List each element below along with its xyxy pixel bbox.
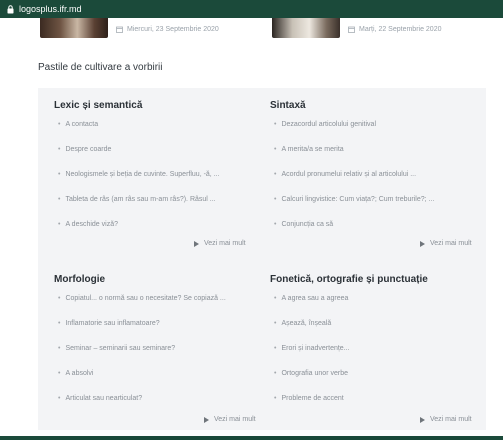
see-more-label: Vezi mai mult bbox=[214, 416, 256, 423]
item-link[interactable]: Așează, înșeală bbox=[281, 320, 331, 327]
item-link[interactable]: A agrea sau a agreea bbox=[281, 295, 348, 302]
category-title: Sintaxă bbox=[270, 100, 306, 111]
address-bar[interactable]: logosplus.ifr.md bbox=[0, 0, 503, 18]
article-date-text: Miercuri, 23 Septembrie 2020 bbox=[127, 26, 219, 33]
bullet-icon: • bbox=[274, 345, 277, 352]
category-title: Lexic și semantică bbox=[54, 100, 143, 111]
category-fonetica: Fonetică, ortografie și punctuație • A ag… bbox=[270, 274, 480, 420]
list-item[interactable]: • A absolvi bbox=[54, 370, 264, 395]
bullet-icon: • bbox=[274, 121, 277, 128]
item-link[interactable]: Tableta de râs (am râs sau m-am râs?). R… bbox=[65, 196, 215, 203]
category-morfologie: Morfologie • Copiatul... o normă sau o ne… bbox=[54, 274, 264, 420]
article-thumbnail[interactable] bbox=[272, 18, 340, 38]
calendar-icon bbox=[348, 26, 355, 33]
list-item[interactable]: • Ortografia unor verbe bbox=[270, 370, 480, 395]
recent-articles: Miercuri, 23 Septembrie 2020 Marți, 22 S… bbox=[0, 18, 503, 48]
item-link[interactable]: A contacta bbox=[65, 121, 98, 128]
categories-panel: Lexic și semantică • A contacta • Despre c… bbox=[38, 88, 486, 430]
item-link[interactable]: Dezacordul articolului genitival bbox=[281, 121, 376, 128]
item-link[interactable]: A merita/a se merita bbox=[281, 146, 343, 153]
category-items: • Copiatul... o normă sau o necesitate? S… bbox=[54, 295, 264, 420]
article-card[interactable]: Marți, 22 Septembrie 2020 bbox=[272, 18, 442, 40]
play-arrow-icon bbox=[420, 416, 425, 423]
article-date-text: Marți, 22 Septembrie 2020 bbox=[359, 26, 442, 33]
list-item[interactable]: • A contacta bbox=[54, 121, 264, 146]
article-card[interactable]: Miercuri, 23 Septembrie 2020 bbox=[40, 18, 219, 40]
item-link[interactable]: Calcuri lingvistice: Cum viața?; Cum tre… bbox=[281, 196, 434, 203]
bullet-icon: • bbox=[58, 295, 61, 302]
item-link[interactable]: Seminar – seminarii sau seminare? bbox=[65, 345, 175, 352]
list-item[interactable]: • Calcuri lingvistice: Cum viața?; Cum tr… bbox=[270, 196, 480, 221]
article-thumbnail[interactable] bbox=[40, 18, 108, 38]
bullet-icon: • bbox=[58, 221, 61, 228]
item-link[interactable]: Erori și inadvertențe... bbox=[281, 345, 349, 352]
see-more-label: Vezi mai mult bbox=[430, 240, 472, 247]
category-items: • A agrea sau a agreea • Așează, înșeală •… bbox=[270, 295, 480, 420]
item-link[interactable]: A deschide viză? bbox=[65, 221, 118, 228]
bullet-icon: • bbox=[274, 196, 277, 203]
category-title: Fonetică, ortografie și punctuație bbox=[270, 274, 428, 285]
see-more-label: Vezi mai mult bbox=[204, 240, 246, 247]
see-more-link[interactable]: Vezi mai mult bbox=[204, 416, 256, 423]
see-more-label: Vezi mai mult bbox=[430, 416, 472, 423]
see-more-link[interactable]: Vezi mai mult bbox=[194, 240, 246, 247]
bullet-icon: • bbox=[58, 320, 61, 327]
list-item[interactable]: • Seminar – seminarii sau seminare? bbox=[54, 345, 264, 370]
list-item[interactable]: • Erori și inadvertențe... bbox=[270, 345, 480, 370]
bullet-icon: • bbox=[58, 395, 61, 402]
bullet-icon: • bbox=[274, 221, 277, 228]
item-link[interactable]: Conjuncția ca să bbox=[281, 221, 333, 228]
play-arrow-icon bbox=[194, 240, 199, 247]
list-item[interactable]: • Așează, înșeală bbox=[270, 320, 480, 345]
bottom-bar bbox=[0, 436, 503, 440]
section-title: Pastile de cultivare a vorbirii bbox=[38, 62, 163, 73]
list-item[interactable]: • Inflamatorie sau inflamatoare? bbox=[54, 320, 264, 345]
item-link[interactable]: Articulat sau nearticulat? bbox=[65, 395, 142, 402]
calendar-icon bbox=[116, 26, 123, 33]
category-title: Morfologie bbox=[54, 274, 106, 285]
item-link[interactable]: Despre coarde bbox=[65, 146, 111, 153]
category-sintaxa: Sintaxă • Dezacordul articolului genitiva… bbox=[270, 100, 480, 246]
bullet-icon: • bbox=[274, 146, 277, 153]
list-item[interactable]: • A merita/a se merita bbox=[270, 146, 480, 171]
category-items: • Dezacordul articolului genitival • A mer… bbox=[270, 121, 480, 246]
item-link[interactable]: Probleme de accent bbox=[281, 395, 343, 402]
list-item[interactable]: • Despre coarde bbox=[54, 146, 264, 171]
item-link[interactable]: Ortografia unor verbe bbox=[281, 370, 348, 377]
article-date: Miercuri, 23 Septembrie 2020 bbox=[116, 26, 219, 33]
bullet-icon: • bbox=[58, 345, 61, 352]
bullet-icon: • bbox=[58, 370, 61, 377]
bullet-icon: • bbox=[274, 395, 277, 402]
category-lexic: Lexic și semantică • A contacta • Despre c… bbox=[54, 100, 264, 246]
list-item[interactable]: • Tableta de râs (am râs sau m-am râs?). … bbox=[54, 196, 264, 221]
bullet-icon: • bbox=[274, 295, 277, 302]
lock-icon bbox=[5, 4, 15, 14]
list-item[interactable]: • Dezacordul articolului genitival bbox=[270, 121, 480, 146]
list-item[interactable]: • Copiatul... o normă sau o necesitate? S… bbox=[54, 295, 264, 320]
see-more-link[interactable]: Vezi mai mult bbox=[420, 240, 472, 247]
item-link[interactable]: Inflamatorie sau inflamatoare? bbox=[65, 320, 159, 327]
bullet-icon: • bbox=[274, 171, 277, 178]
play-arrow-icon bbox=[420, 240, 425, 247]
item-link[interactable]: Copiatul... o normă sau o necesitate? Se… bbox=[65, 295, 225, 302]
list-item[interactable]: • Acordul pronumelui relativ și al artico… bbox=[270, 171, 480, 196]
bullet-icon: • bbox=[274, 370, 277, 377]
item-link[interactable]: Acordul pronumelui relativ și al articol… bbox=[281, 171, 416, 178]
play-arrow-icon bbox=[204, 416, 209, 423]
item-link[interactable]: A absolvi bbox=[65, 370, 93, 377]
bullet-icon: • bbox=[58, 121, 61, 128]
bullet-icon: • bbox=[58, 171, 61, 178]
category-items: • A contacta • Despre coarde • Neologismele… bbox=[54, 121, 264, 246]
bullet-icon: • bbox=[58, 196, 61, 203]
bullet-icon: • bbox=[58, 146, 61, 153]
see-more-link[interactable]: Vezi mai mult bbox=[420, 416, 472, 423]
article-date: Marți, 22 Septembrie 2020 bbox=[348, 26, 442, 33]
list-item[interactable]: • A agrea sau a agreea bbox=[270, 295, 480, 320]
item-link[interactable]: Neologismele și beția de cuvinte. Superf… bbox=[65, 171, 219, 178]
url-text: logosplus.ifr.md bbox=[19, 4, 82, 14]
list-item[interactable]: • Neologismele și beția de cuvinte. Super… bbox=[54, 171, 264, 196]
bullet-icon: • bbox=[274, 320, 277, 327]
